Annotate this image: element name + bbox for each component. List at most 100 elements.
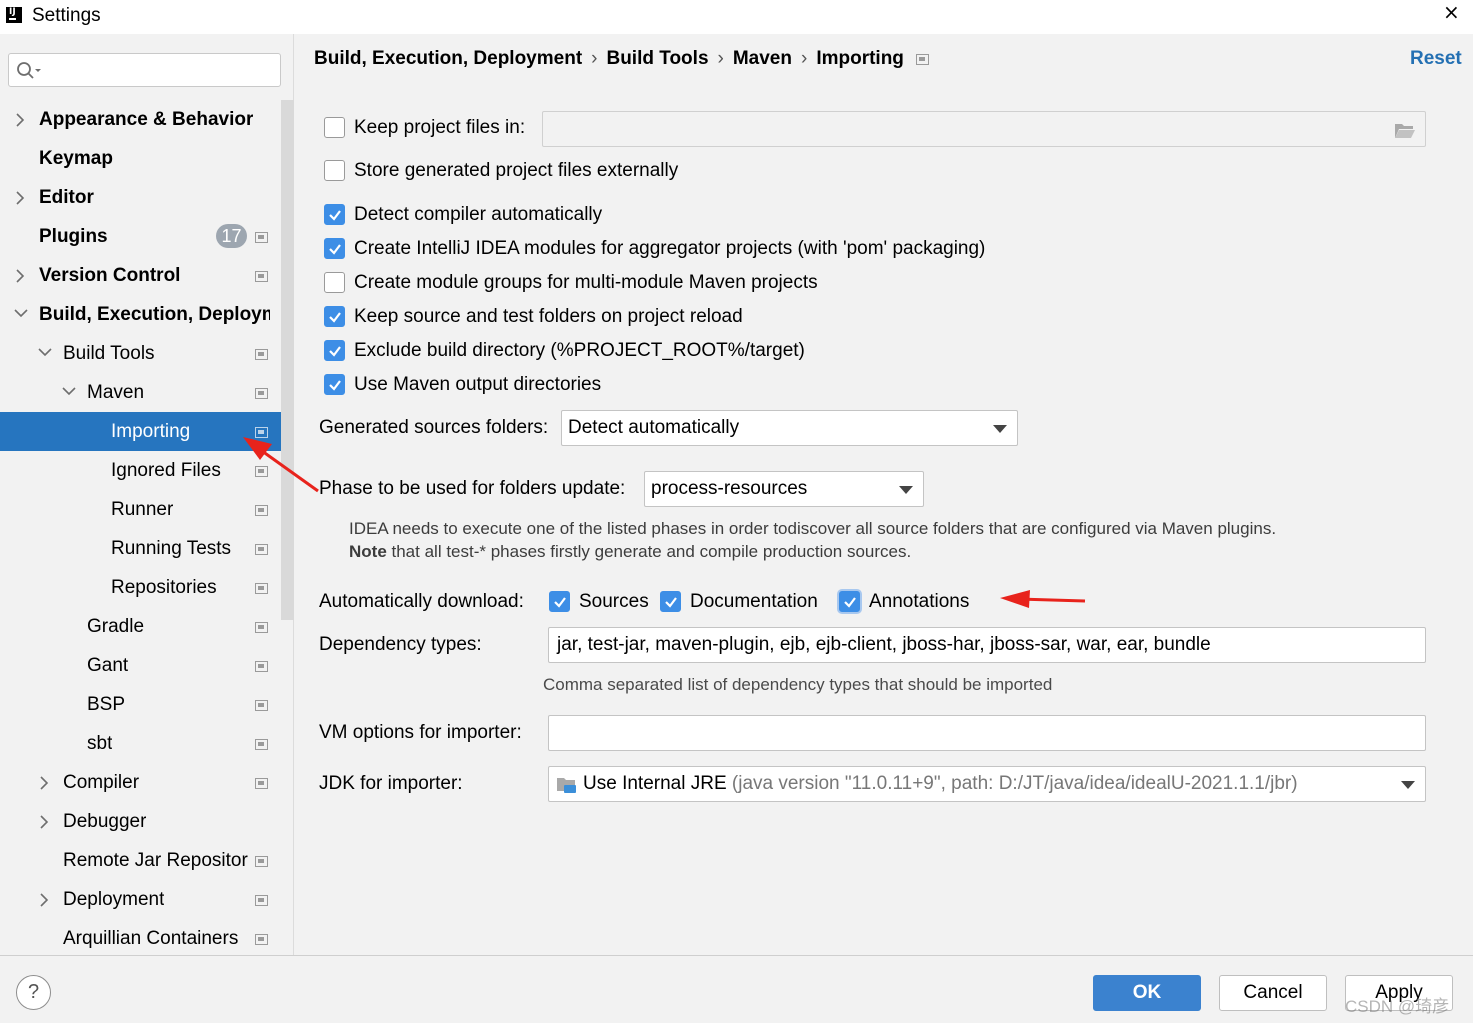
vm-options-label: VM options for importer: <box>319 722 522 743</box>
vm-options-input[interactable] <box>548 715 1426 751</box>
tree-item-label: BSP <box>87 694 126 715</box>
download-annotations-checkbox[interactable] <box>839 591 860 612</box>
cancel-button[interactable]: Cancel <box>1219 975 1327 1011</box>
download-annotations-label: Annotations <box>869 591 970 612</box>
search-icon <box>17 62 41 79</box>
window-title: Settings <box>32 5 101 26</box>
tree-item-label: Runner <box>111 499 174 520</box>
sidebar-scrollbar[interactable] <box>281 100 294 620</box>
chevron-down-icon[interactable] <box>62 373 76 412</box>
help-button[interactable]: ? <box>16 975 51 1010</box>
generated-sources-value: Detect automatically <box>568 417 740 438</box>
chevron-right-icon[interactable] <box>39 802 53 841</box>
tree-item-gant[interactable]: Gant <box>0 646 294 685</box>
project-settings-icon <box>255 739 268 750</box>
tree-item-debugger[interactable]: Debugger <box>0 802 294 841</box>
jdk-folder-icon <box>557 778 576 793</box>
reset-link[interactable]: Reset <box>1410 48 1462 70</box>
tree-item-repositories[interactable]: Repositories <box>0 568 294 607</box>
phase-select[interactable]: process-resources <box>644 471 924 507</box>
dropdown-arrow-icon <box>899 486 913 494</box>
download-documentation-label: Documentation <box>690 591 818 612</box>
tree-item-plugins[interactable]: Plugins 17 <box>0 217 294 256</box>
project-files-path-field[interactable] <box>542 111 1426 147</box>
jdk-select[interactable]: Use Internal JRE (java version "11.0.11+… <box>548 766 1426 802</box>
create-modules-label: Create IntelliJ IDEA modules for aggrega… <box>354 238 986 259</box>
module-groups-checkbox[interactable] <box>324 272 345 293</box>
exclude-build-checkbox[interactable] <box>324 340 345 361</box>
project-settings-icon <box>255 271 268 282</box>
project-settings-icon <box>255 388 268 399</box>
dependency-types-input[interactable]: jar, test-jar, maven-plugin, ejb, ejb-cl… <box>548 627 1426 663</box>
tree-item-label: Running Tests <box>111 538 232 559</box>
csdn-watermark: CSDN @琦彦 <box>1345 997 1450 1016</box>
tree-item-label: Build, Execution, Deployment <box>39 304 270 325</box>
module-groups-label: Create module groups for multi-module Ma… <box>354 272 818 293</box>
project-settings-icon <box>255 466 268 477</box>
ok-button[interactable]: OK <box>1093 975 1201 1011</box>
project-settings-icon <box>255 583 268 594</box>
tree-item-compiler[interactable]: Compiler <box>0 763 294 802</box>
intellij-logo-icon: IJ <box>6 7 22 23</box>
chevron-down-icon[interactable] <box>38 334 52 373</box>
tree-item-remote-jar-repositories[interactable]: Remote Jar Repositories <box>0 841 294 880</box>
settings-sidebar: Appearance & Behavior Keymap Editor Plug… <box>0 34 294 955</box>
chevron-right-icon[interactable] <box>39 763 53 802</box>
tree-item-gradle[interactable]: Gradle <box>0 607 294 646</box>
detect-compiler-label: Detect compiler automatically <box>354 204 603 225</box>
download-sources-label: Sources <box>579 591 649 612</box>
tree-item-sbt[interactable]: sbt <box>0 724 294 763</box>
generated-sources-select[interactable]: Detect automatically <box>561 410 1018 446</box>
tree-item-label: Editor <box>39 187 94 208</box>
tree-item-build-tools[interactable]: Build Tools <box>0 334 294 373</box>
tree-item-arquillian-containers[interactable]: Arquillian Containers <box>0 919 294 958</box>
project-settings-icon <box>255 778 268 789</box>
jdk-label: JDK for importer: <box>319 773 463 794</box>
tree-item-importing[interactable]: Importing <box>0 412 294 451</box>
tree-item-bsp[interactable]: BSP <box>0 685 294 724</box>
tree-item-label: Build Tools <box>63 343 155 364</box>
tree-item-version-control[interactable]: Version Control <box>0 256 294 295</box>
tree-item-label: Gradle <box>87 616 145 637</box>
dependency-types-hint: Comma separated list of dependency types… <box>543 675 1053 694</box>
project-settings-icon <box>255 661 268 672</box>
project-settings-icon <box>255 349 268 360</box>
download-documentation-checkbox[interactable] <box>660 591 681 612</box>
tree-item-label: Version Control <box>39 265 181 286</box>
chevron-right-icon[interactable] <box>39 880 53 919</box>
close-icon[interactable]: × <box>1443 0 1460 24</box>
use-output-dirs-checkbox[interactable] <box>324 374 345 395</box>
store-external-label: Store generated project files externally <box>354 160 679 181</box>
folder-open-icon[interactable] <box>1394 121 1416 139</box>
phase-value: process-resources <box>651 478 808 499</box>
settings-content: Build, Execution, Deployment › Build Tools… <box>295 34 1473 955</box>
tree-item-appearance-behavior[interactable]: Appearance & Behavior <box>0 100 294 139</box>
chevron-right-icon[interactable] <box>15 100 29 139</box>
tree-item-maven[interactable]: Maven <box>0 373 294 412</box>
download-sources-checkbox[interactable] <box>549 591 570 612</box>
keep-project-files-label: Keep project files in: <box>354 117 526 138</box>
tree-item-deployment[interactable]: Deployment <box>0 880 294 919</box>
phase-note-line2: Note that all test-* phases firstly gene… <box>349 540 911 563</box>
detect-compiler-checkbox[interactable] <box>324 204 345 225</box>
breadcrumb-separator: › <box>717 48 724 69</box>
search-input[interactable] <box>8 53 281 87</box>
tree-item-runner[interactable]: Runner <box>0 490 294 529</box>
tree-item-label: Appearance & Behavior <box>39 109 254 130</box>
chevron-right-icon[interactable] <box>15 256 29 295</box>
chevron-right-icon[interactable] <box>15 178 29 217</box>
tree-item-running-tests[interactable]: Running Tests <box>0 529 294 568</box>
create-modules-checkbox[interactable] <box>324 238 345 259</box>
store-external-checkbox[interactable] <box>324 160 345 181</box>
dependency-types-label: Dependency types: <box>319 634 482 655</box>
keep-project-files-checkbox[interactable] <box>324 117 345 138</box>
chevron-down-icon[interactable] <box>14 295 28 334</box>
tree-item-ignored-files[interactable]: Ignored Files <box>0 451 294 490</box>
jdk-detail: (java version "11.0.11+9", path: D:/JT/j… <box>731 773 1298 794</box>
tree-item-label: Gant <box>87 655 129 676</box>
keep-source-folders-checkbox[interactable] <box>324 306 345 327</box>
tree-item-build-execution-deployment[interactable]: Build, Execution, Deployment <box>0 295 294 334</box>
breadcrumb: Build, Execution, Deployment › Build Tools… <box>314 48 929 70</box>
tree-item-editor[interactable]: Editor <box>0 178 294 217</box>
tree-item-keymap[interactable]: Keymap <box>0 139 294 178</box>
